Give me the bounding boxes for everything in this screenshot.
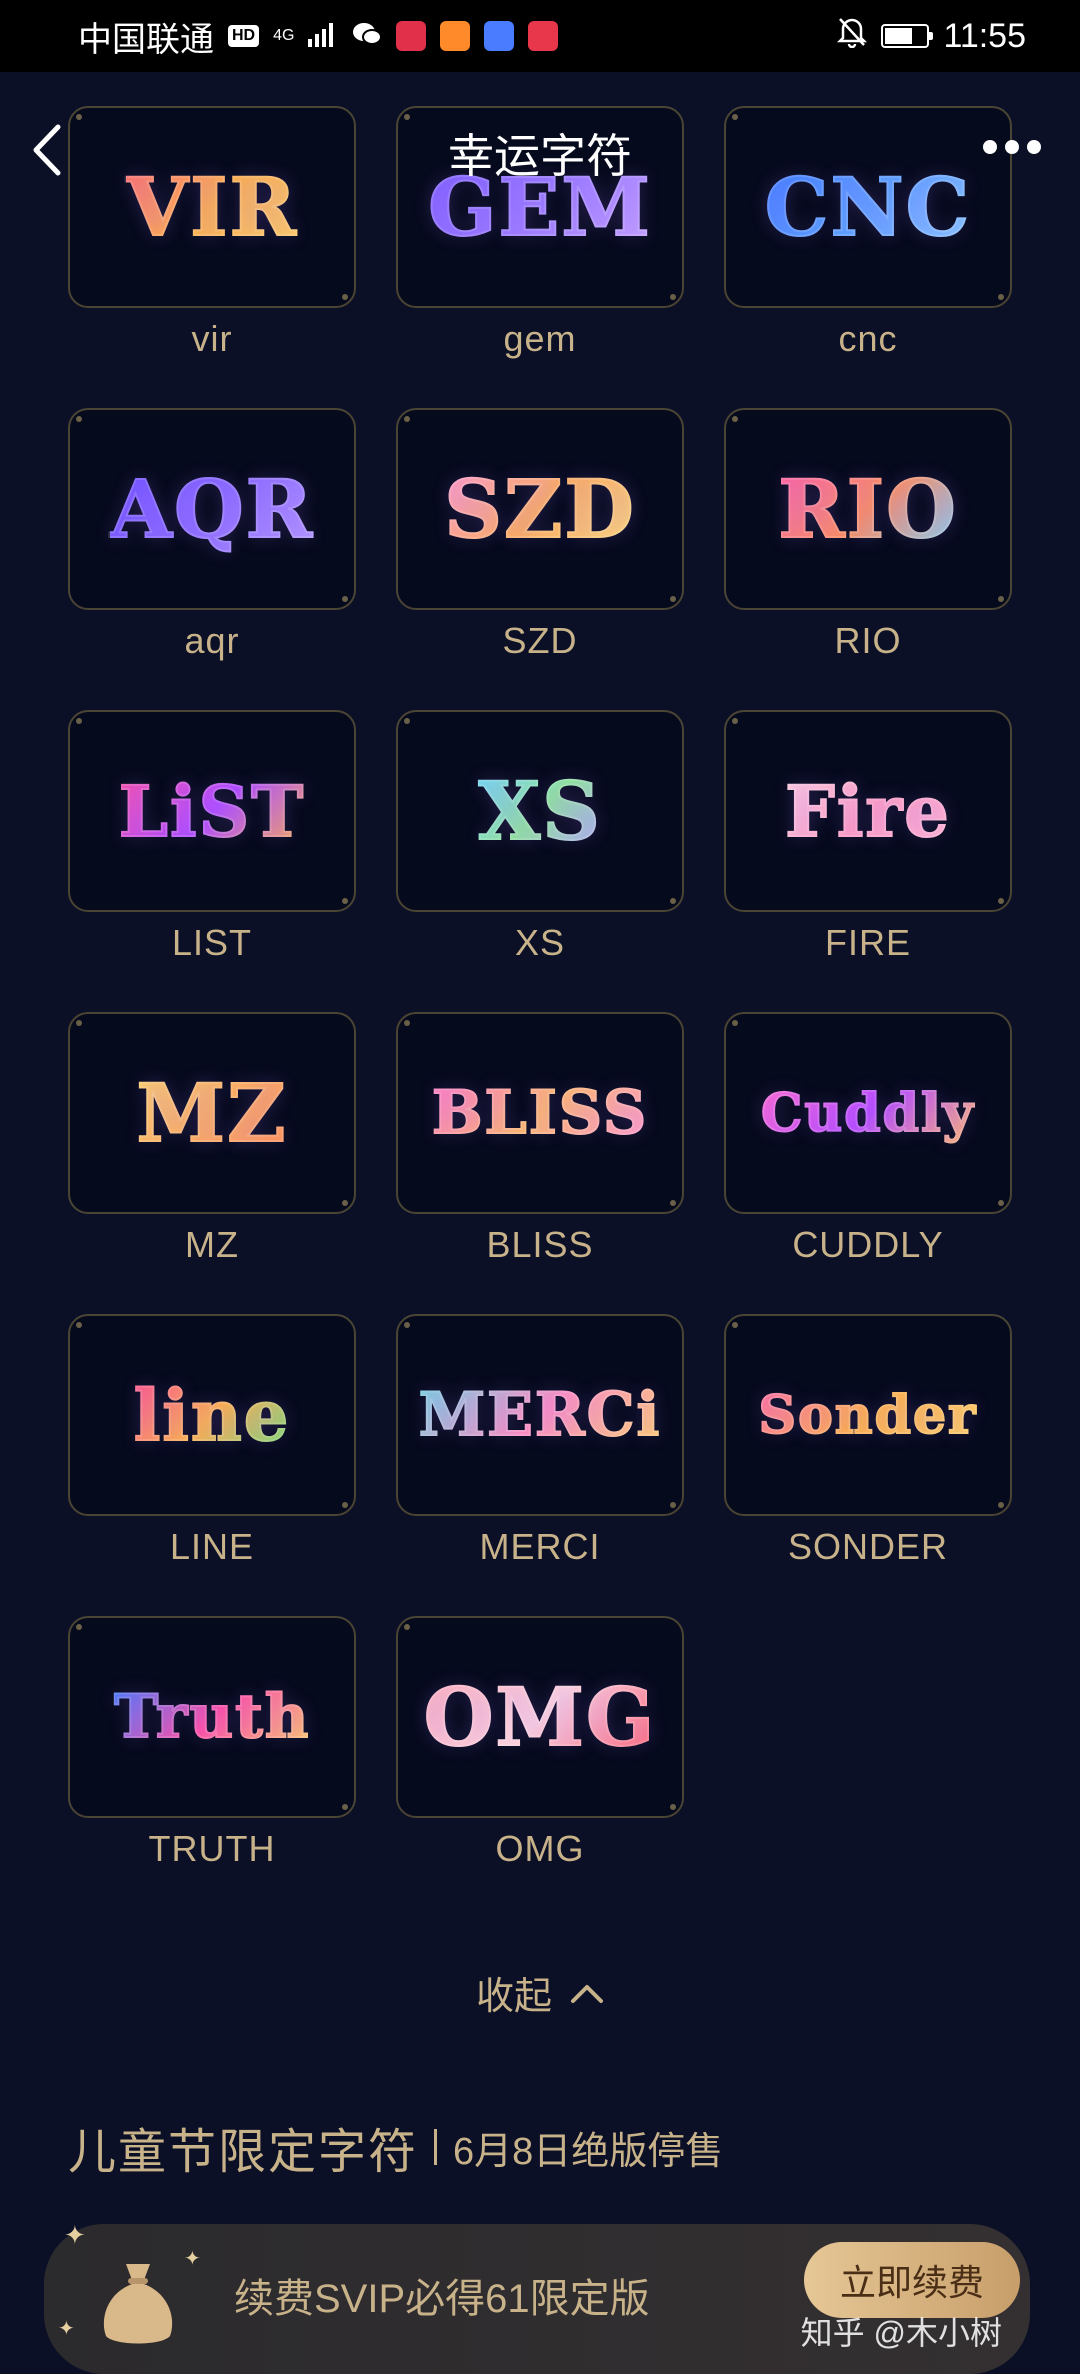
- network-indicator: 4G: [273, 27, 295, 44]
- battery-icon: [881, 24, 934, 48]
- wechat-icon: [352, 17, 383, 56]
- symbol-art: MZ: [136, 1065, 288, 1161]
- symbol-card-frame[interactable]: OMG: [396, 1616, 684, 1818]
- mute-bell-icon: [837, 16, 868, 57]
- symbol-label: FIRE: [824, 922, 911, 963]
- symbol-card-frame[interactable]: line: [68, 1314, 356, 1516]
- more-options-button[interactable]: [972, 122, 1052, 172]
- status-right: 11:55: [837, 16, 1026, 57]
- app-notification-icon-2: [440, 21, 471, 51]
- signal-icon: [308, 17, 338, 56]
- app-notification-icon-1: [396, 21, 427, 51]
- symbol-label: XS: [514, 922, 566, 963]
- symbol-label: CUDDLY: [792, 1224, 944, 1265]
- status-left: 中国联通 HD 4G: [78, 12, 559, 61]
- symbol-card[interactable]: Sonder SONDER: [724, 1314, 1012, 1616]
- page-title: 幸运字符: [448, 130, 632, 182]
- symbol-art: line: [133, 1373, 291, 1458]
- symbol-card-frame[interactable]: MZ: [68, 1012, 356, 1214]
- section-divider: [434, 2129, 438, 2165]
- symbol-card[interactable]: Cuddly CUDDLY: [724, 1012, 1012, 1314]
- symbol-card-frame[interactable]: MERCi: [396, 1314, 684, 1516]
- watermark-text: 知乎 @木小树: [800, 2315, 1002, 2351]
- more-dot-icon: [1005, 140, 1019, 154]
- symbol-card-frame[interactable]: Sonder: [724, 1314, 1012, 1516]
- symbol-grid: VIR vir GEM gem CNC cnc AQR aqr SZD SZD RIO RIO LiST…: [68, 106, 1012, 1918]
- symbol-label: RIO: [834, 620, 902, 661]
- symbol-label: MZ: [185, 1224, 239, 1265]
- collapse-button[interactable]: 收起: [0, 1965, 1080, 2020]
- symbol-label: TRUTH: [148, 1828, 276, 1869]
- symbol-art: OMG: [423, 1669, 657, 1765]
- symbol-card-frame[interactable]: SZD: [396, 408, 684, 610]
- symbol-label: SZD: [502, 620, 578, 661]
- more-dot-icon: [1027, 140, 1041, 154]
- symbol-card-frame[interactable]: BLISS: [396, 1012, 684, 1214]
- symbol-card[interactable]: OMG OMG: [396, 1616, 684, 1918]
- section-heading: 儿童节限定字符 6月8日绝版停售: [68, 2112, 723, 2182]
- hd-badge: HD: [228, 25, 260, 47]
- chevron-up-icon: [571, 1984, 603, 2003]
- promo-text: 续费SVIP必得61限定版: [234, 2277, 650, 2321]
- book-app-icon: [528, 21, 559, 51]
- symbol-label: BLISS: [486, 1224, 594, 1265]
- section-note: 6月8日绝版停售: [453, 2130, 724, 2173]
- symbol-card-frame[interactable]: Cuddly: [724, 1012, 1012, 1214]
- symbol-card[interactable]: AQR aqr: [68, 408, 356, 710]
- symbol-card[interactable]: Truth TRUTH: [68, 1616, 356, 1918]
- symbol-card[interactable]: Fire FIRE: [724, 710, 1012, 1012]
- symbol-card[interactable]: MERCi MERCI: [396, 1314, 684, 1616]
- symbol-card-frame[interactable]: RIO: [724, 408, 1012, 610]
- symbol-card-frame[interactable]: LiST: [68, 710, 356, 912]
- symbol-card-frame[interactable]: XS: [396, 710, 684, 912]
- symbol-label: gem: [503, 318, 577, 359]
- symbol-label: MERCI: [479, 1526, 601, 1567]
- symbol-label: LIST: [171, 922, 253, 963]
- symbol-art: SZD: [443, 461, 636, 557]
- renew-now-button[interactable]: 立即续费: [804, 2242, 1020, 2318]
- symbol-card[interactable]: XS XS: [396, 710, 684, 1012]
- symbol-art: Sonder: [758, 1384, 978, 1447]
- symbol-art: Truth: [113, 1681, 311, 1753]
- collapse-label: 收起: [475, 1976, 552, 2018]
- status-bar: 中国联通 HD 4G 11:55: [0, 0, 1080, 72]
- symbol-card[interactable]: SZD SZD: [396, 408, 684, 710]
- symbol-art: BLISS: [431, 1077, 649, 1149]
- carrier-text: 中国联通: [78, 20, 214, 59]
- symbol-card-frame[interactable]: Fire: [724, 710, 1012, 912]
- symbol-card-frame[interactable]: AQR: [68, 408, 356, 610]
- symbol-card[interactable]: BLISS BLISS: [396, 1012, 684, 1314]
- symbol-label: SONDER: [787, 1526, 949, 1567]
- symbol-art: XS: [477, 763, 602, 859]
- symbol-label: OMG: [495, 1828, 585, 1869]
- symbol-label: vir: [191, 318, 233, 359]
- music-app-icon: [484, 21, 515, 51]
- symbol-card[interactable]: MZ MZ: [68, 1012, 356, 1314]
- symbol-art: AQR: [109, 461, 315, 557]
- symbol-art: RIO: [777, 461, 958, 557]
- symbol-label: LINE: [169, 1526, 255, 1567]
- symbol-label: cnc: [838, 318, 898, 359]
- sparkle-icon: ✦: [184, 2248, 201, 2270]
- symbol-card[interactable]: LiST LIST: [68, 710, 356, 1012]
- clock-text: 11:55: [943, 16, 1026, 55]
- more-dot-icon: [983, 140, 997, 154]
- symbol-art: Fire: [784, 769, 951, 854]
- sparkle-icon: ✦: [64, 2220, 86, 2250]
- svip-promo-bar[interactable]: ✦ ✦ ✦ 续费SVIP必得61限定版 立即续费 知乎 @木小树: [44, 2220, 1030, 2374]
- symbol-label: aqr: [184, 620, 240, 661]
- symbol-card-frame[interactable]: Truth: [68, 1616, 356, 1818]
- section-title: 儿童节限定字符: [68, 2126, 419, 2179]
- symbol-card[interactable]: RIO RIO: [724, 408, 1012, 710]
- symbol-art: MERCi: [418, 1379, 662, 1451]
- symbol-art: Cuddly: [760, 1082, 975, 1145]
- symbol-card[interactable]: line LINE: [68, 1314, 356, 1616]
- symbol-art: LiST: [118, 769, 306, 854]
- gift-bag-icon: [103, 2264, 173, 2344]
- sparkle-icon: ✦: [58, 2318, 75, 2340]
